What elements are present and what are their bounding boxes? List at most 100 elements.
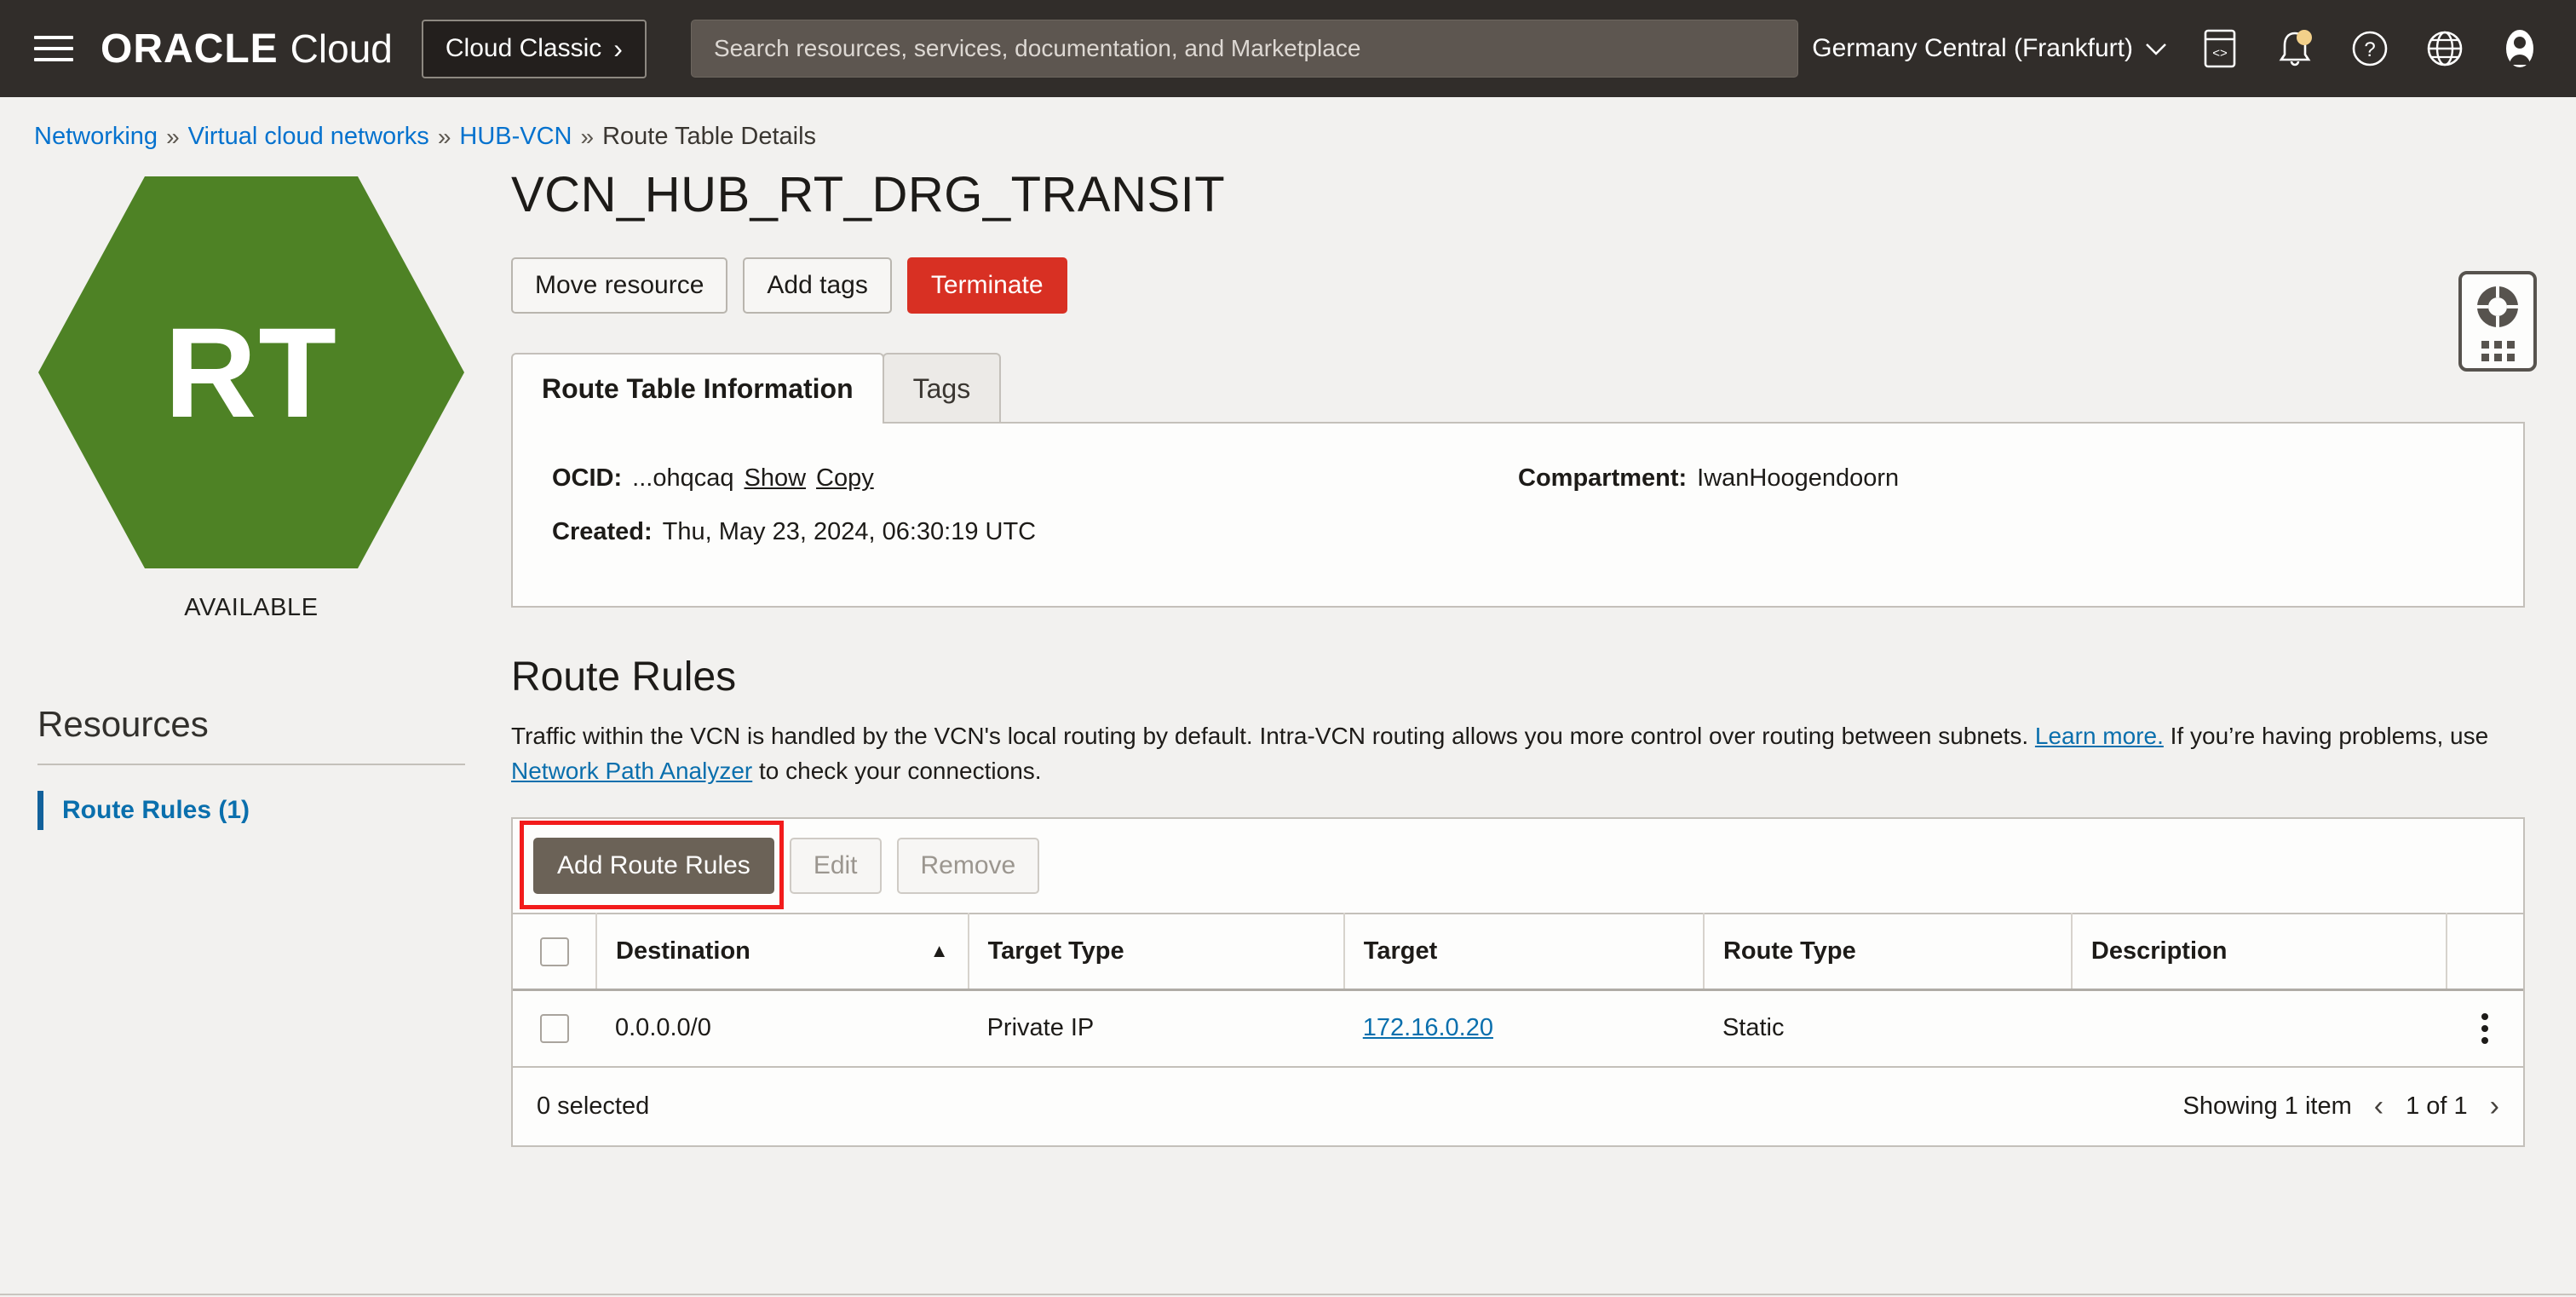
pagination: Showing 1 item ‹ 1 of 1 ›	[2183, 1090, 2500, 1123]
column-header-destination[interactable]: Destination ▲	[596, 913, 969, 991]
left-sidebar: RT AVAILABLE Resources Route Rules (1)	[0, 151, 503, 1294]
detail-tabs: Route Table Information Tags	[511, 353, 2525, 424]
top-navigation-bar: ORACLE Cloud Cloud Classic › Germany Cen…	[0, 0, 2576, 97]
help-icon[interactable]: ?	[2348, 26, 2392, 71]
created-value: Thu, May 23, 2024, 06:30:19 UTC	[662, 518, 1037, 545]
table-row[interactable]: 0.0.0.0/0 Private IP 172.16.0.20 Static	[513, 989, 2523, 1068]
row-checkbox[interactable]	[540, 1013, 569, 1043]
route-rules-table-card: Add Route Rules Edit Remove Destination …	[511, 817, 2525, 1147]
region-label: Germany Central (Frankfurt)	[1812, 34, 2133, 62]
global-search	[690, 20, 1798, 78]
route-rules-description: Traffic within the VCN is handled by the…	[511, 719, 2521, 788]
tab-tags[interactable]: Tags	[882, 353, 1002, 424]
route-rules-desc-part1: Traffic within the VCN is handled by the…	[511, 723, 2035, 749]
add-route-rules-button[interactable]: Add Route Rules	[533, 838, 774, 895]
tab-route-table-information[interactable]: Route Table Information	[511, 353, 884, 424]
compartment-label: Compartment:	[1518, 464, 1688, 492]
breadcrumb-separator: »	[580, 123, 595, 150]
table-footer: 0 selected Showing 1 item ‹ 1 of 1 ›	[513, 1067, 2523, 1145]
column-header-target-type[interactable]: Target Type	[968, 913, 1345, 991]
svg-text:<>: <>	[2212, 46, 2228, 61]
brand-cloud-text: Cloud	[290, 26, 393, 71]
column-header-actions	[2447, 913, 2523, 991]
page-body: RT AVAILABLE Resources Route Rules (1) V…	[0, 151, 2576, 1294]
row-select-cell	[513, 989, 596, 1068]
route-rules-desc-part3: to check your connections.	[752, 757, 1042, 784]
selection-count: 0 selected	[537, 1092, 650, 1120]
resource-status-text: AVAILABLE	[184, 594, 319, 621]
chevron-right-icon: ›	[613, 32, 623, 64]
region-selector[interactable]: Germany Central (Frankfurt)	[1812, 34, 2167, 63]
breadcrumb-item-virtual-cloud-networks[interactable]: Virtual cloud networks	[188, 123, 429, 151]
cell-description	[2071, 989, 2447, 1068]
cell-destination: 0.0.0.0/0	[596, 989, 969, 1068]
hexagon-badge-icon: RT	[38, 176, 464, 568]
route-rules-table: Destination ▲ Target Type Target Route T…	[513, 913, 2523, 1068]
learn-more-link[interactable]: Learn more.	[2035, 723, 2164, 749]
notification-badge	[2297, 30, 2312, 45]
created-label: Created:	[552, 518, 653, 545]
code-editor-icon[interactable]: <>	[2198, 26, 2242, 71]
ocid-value: ...ohqcaq	[632, 464, 734, 492]
route-rules-heading: Route Rules	[511, 654, 737, 700]
sort-ascending-icon: ▲	[929, 940, 949, 962]
oracle-cloud-logo: ORACLE Cloud	[101, 26, 393, 72]
row-kebab-menu-icon[interactable]	[2465, 1012, 2504, 1044]
ocid-field: OCID: ...ohqcaq Show Copy	[552, 464, 1518, 493]
hexagon-badge-label: RT	[164, 300, 338, 444]
bell-icon[interactable]	[2273, 26, 2317, 71]
details-column-right: Compartment: IwanHoogendoorn	[1518, 464, 2484, 572]
breadcrumb-item-hub-vcn[interactable]: HUB-VCN	[459, 123, 572, 151]
column-header-destination-label: Destination	[616, 937, 750, 965]
route-table-information-panel: OCID: ...ohqcaq Show Copy Created: Thu, …	[511, 422, 2525, 608]
network-path-analyzer-link[interactable]: Network Path Analyzer	[511, 758, 752, 784]
breadcrumb: Networking » Virtual cloud networks » HU…	[0, 97, 2576, 151]
compartment-field: Compartment: IwanHoogendoorn	[1518, 464, 2484, 493]
route-rules-desc-part2: If you’re having problems, use	[2163, 723, 2489, 749]
remove-button[interactable]: Remove	[896, 838, 1040, 895]
breadcrumb-separator: »	[166, 123, 180, 150]
previous-page-icon[interactable]: ‹	[2374, 1090, 2383, 1123]
cell-target-type: Private IP	[968, 989, 1344, 1068]
main-content: VCN_HUB_RT_DRG_TRANSIT Move resource Add…	[503, 151, 2576, 1294]
chevron-down-icon	[2145, 34, 2167, 63]
brand-oracle-text: ORACLE	[101, 26, 279, 72]
details-column-left: OCID: ...ohqcaq Show Copy Created: Thu, …	[552, 464, 1518, 572]
terminate-button[interactable]: Terminate	[906, 257, 1067, 314]
ocid-label: OCID:	[552, 464, 623, 492]
resources-divider	[37, 764, 465, 765]
row-actions-cell	[2447, 989, 2523, 1068]
table-header-row: Destination ▲ Target Type Target Route T…	[513, 913, 2523, 991]
add-tags-button[interactable]: Add tags	[743, 257, 892, 314]
resources-heading: Resources	[37, 704, 209, 744]
column-header-route-type[interactable]: Route Type	[1703, 913, 2073, 991]
hamburger-menu-icon[interactable]	[34, 32, 77, 66]
support-widget-button[interactable]	[2458, 271, 2537, 372]
showing-count: Showing 1 item	[2182, 1092, 2352, 1120]
ocid-copy-link[interactable]: Copy	[816, 464, 874, 493]
cloud-classic-button[interactable]: Cloud Classic ›	[421, 19, 647, 78]
select-all-checkbox[interactable]	[539, 937, 569, 966]
edit-button[interactable]: Edit	[789, 838, 882, 895]
cell-route-type: Static	[1703, 989, 2072, 1068]
avatar-icon[interactable]	[2498, 26, 2542, 71]
next-page-icon[interactable]: ›	[2490, 1090, 2499, 1123]
resource-action-buttons: Move resource Add tags Terminate	[511, 257, 2525, 314]
globe-icon[interactable]	[2423, 26, 2467, 71]
move-resource-button[interactable]: Move resource	[511, 257, 728, 314]
grid-dots-icon	[2481, 340, 2515, 361]
route-rules-toolbar: Add Route Rules Edit Remove	[513, 819, 2523, 913]
search-input[interactable]	[690, 20, 1798, 78]
cloud-classic-label: Cloud Classic	[445, 34, 602, 62]
page-indicator: 1 of 1	[2406, 1092, 2468, 1120]
lifesaver-icon	[2473, 282, 2522, 336]
page-title: VCN_HUB_RT_DRG_TRANSIT	[511, 167, 1226, 222]
breadcrumb-item-networking[interactable]: Networking	[34, 123, 158, 151]
ocid-show-link[interactable]: Show	[745, 464, 807, 493]
resource-badge: RT	[37, 176, 465, 568]
sidebar-item-route-rules[interactable]: Route Rules (1)	[37, 791, 465, 830]
target-link[interactable]: 172.16.0.20	[1363, 1014, 1493, 1041]
column-header-target[interactable]: Target	[1343, 913, 1705, 991]
column-header-description[interactable]: Description	[2071, 913, 2448, 991]
breadcrumb-item-current: Route Table Details	[602, 123, 817, 150]
